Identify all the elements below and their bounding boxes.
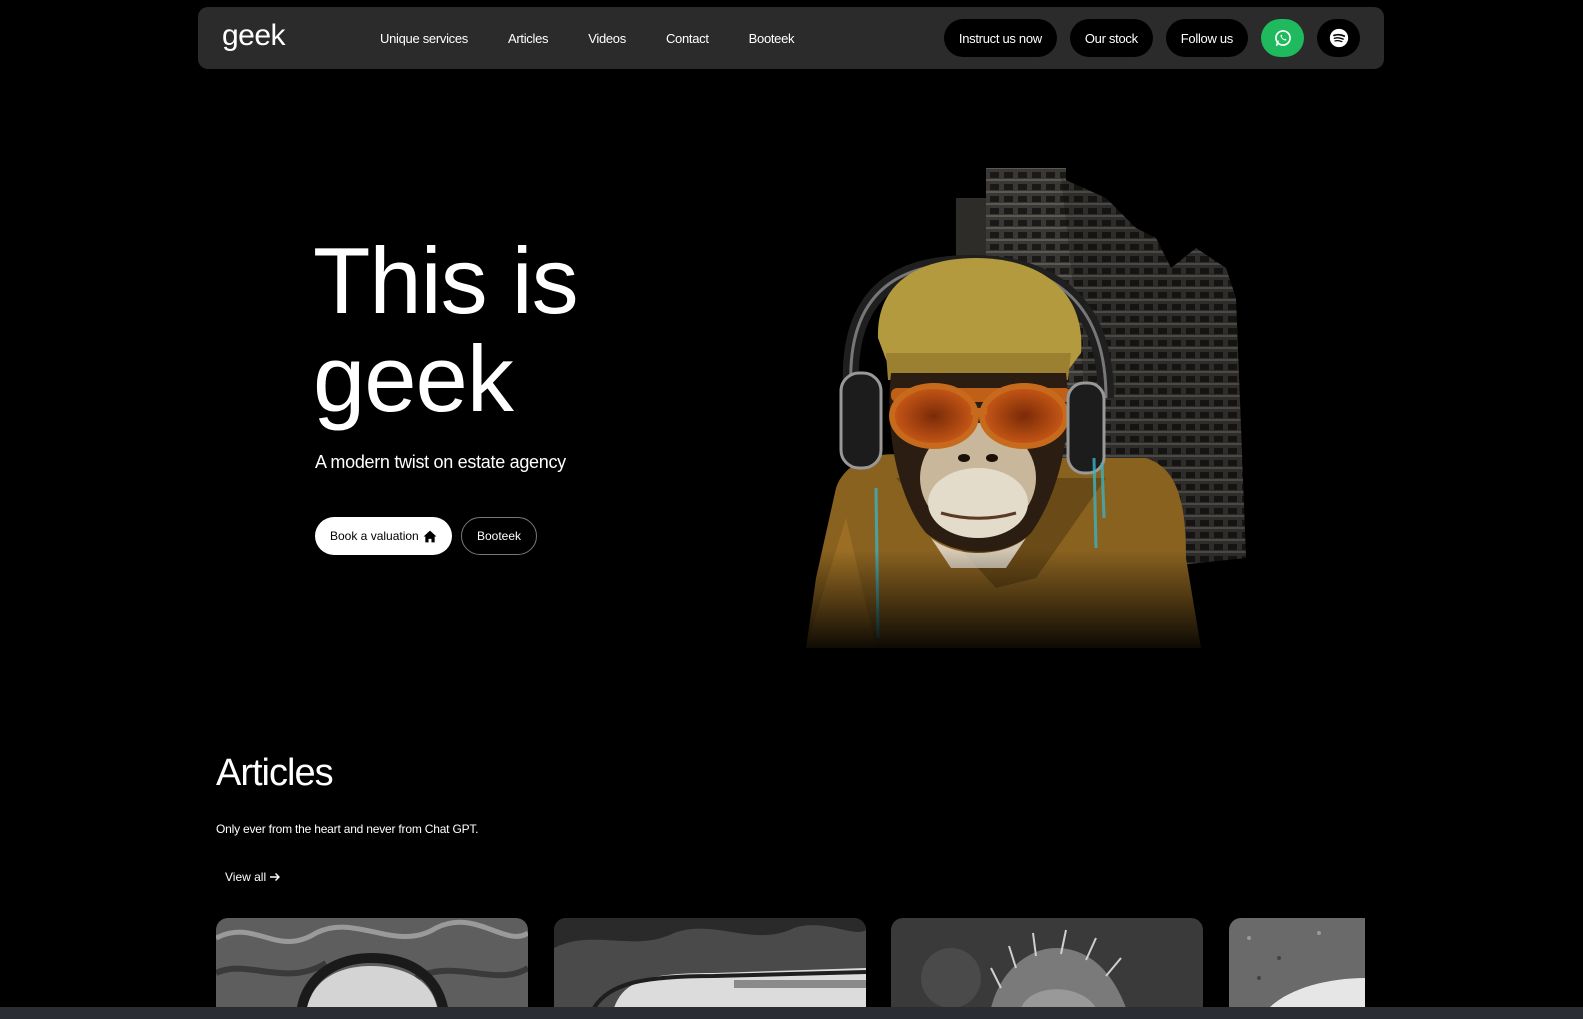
hero-title-line2: geek	[313, 326, 514, 431]
article-card-1-image	[216, 918, 528, 1008]
instruct-us-button[interactable]: Instruct us now	[943, 19, 1057, 57]
spotify-icon	[1329, 28, 1348, 48]
our-stock-button[interactable]: Our stock	[1069, 19, 1153, 57]
page: geek Unique services Articles Videos Con…	[0, 0, 1583, 1019]
nav-actions: Instruct us now Our stock Follow us	[943, 19, 1360, 57]
articles-subtitle: Only ever from the heart and never from …	[216, 822, 479, 836]
hero-title-line1: This is	[313, 228, 579, 333]
view-all-label: View all	[225, 870, 267, 884]
article-card-3[interactable]	[891, 918, 1203, 1008]
article-card-1[interactable]	[216, 918, 528, 1008]
article-card-4-image	[1229, 918, 1365, 1008]
nav-link-contact[interactable]: Contact	[666, 31, 709, 46]
bottom-scroll-bar	[0, 1007, 1583, 1019]
nav-links: Unique services Articles Videos Contact …	[380, 7, 834, 69]
articles-title: Articles	[216, 752, 334, 794]
book-valuation-label: Book a valuation	[330, 529, 419, 543]
hero-subtitle: A modern twist on estate agency	[315, 452, 566, 472]
article-card-2-image	[554, 918, 866, 1008]
monkey-illustration	[806, 158, 1268, 648]
hero-title: This is geek	[313, 232, 733, 428]
article-card-2[interactable]	[554, 918, 866, 1008]
nav-link-articles[interactable]: Articles	[508, 31, 549, 46]
article-card-4[interactable]	[1229, 918, 1365, 1008]
nav-link-booteek[interactable]: Booteek	[749, 31, 795, 46]
whatsapp-button[interactable]	[1261, 19, 1304, 57]
nav-link-videos[interactable]: Videos	[588, 31, 626, 46]
whatsapp-icon	[1274, 30, 1291, 46]
article-card-3-image	[891, 918, 1203, 1008]
spotify-button[interactable]	[1317, 19, 1360, 57]
view-all-link[interactable]: View all	[225, 870, 281, 884]
booteek-button[interactable]: Booteek	[461, 517, 538, 555]
follow-us-button[interactable]: Follow us	[1165, 19, 1248, 57]
home-icon	[423, 530, 437, 542]
book-valuation-button[interactable]: Book a valuation	[315, 517, 452, 555]
top-navbar: geek Unique services Articles Videos Con…	[198, 7, 1384, 69]
arrow-right-icon	[270, 873, 281, 881]
nav-link-unique-services[interactable]: Unique services	[380, 31, 468, 46]
logo[interactable]: geek	[222, 19, 286, 53]
